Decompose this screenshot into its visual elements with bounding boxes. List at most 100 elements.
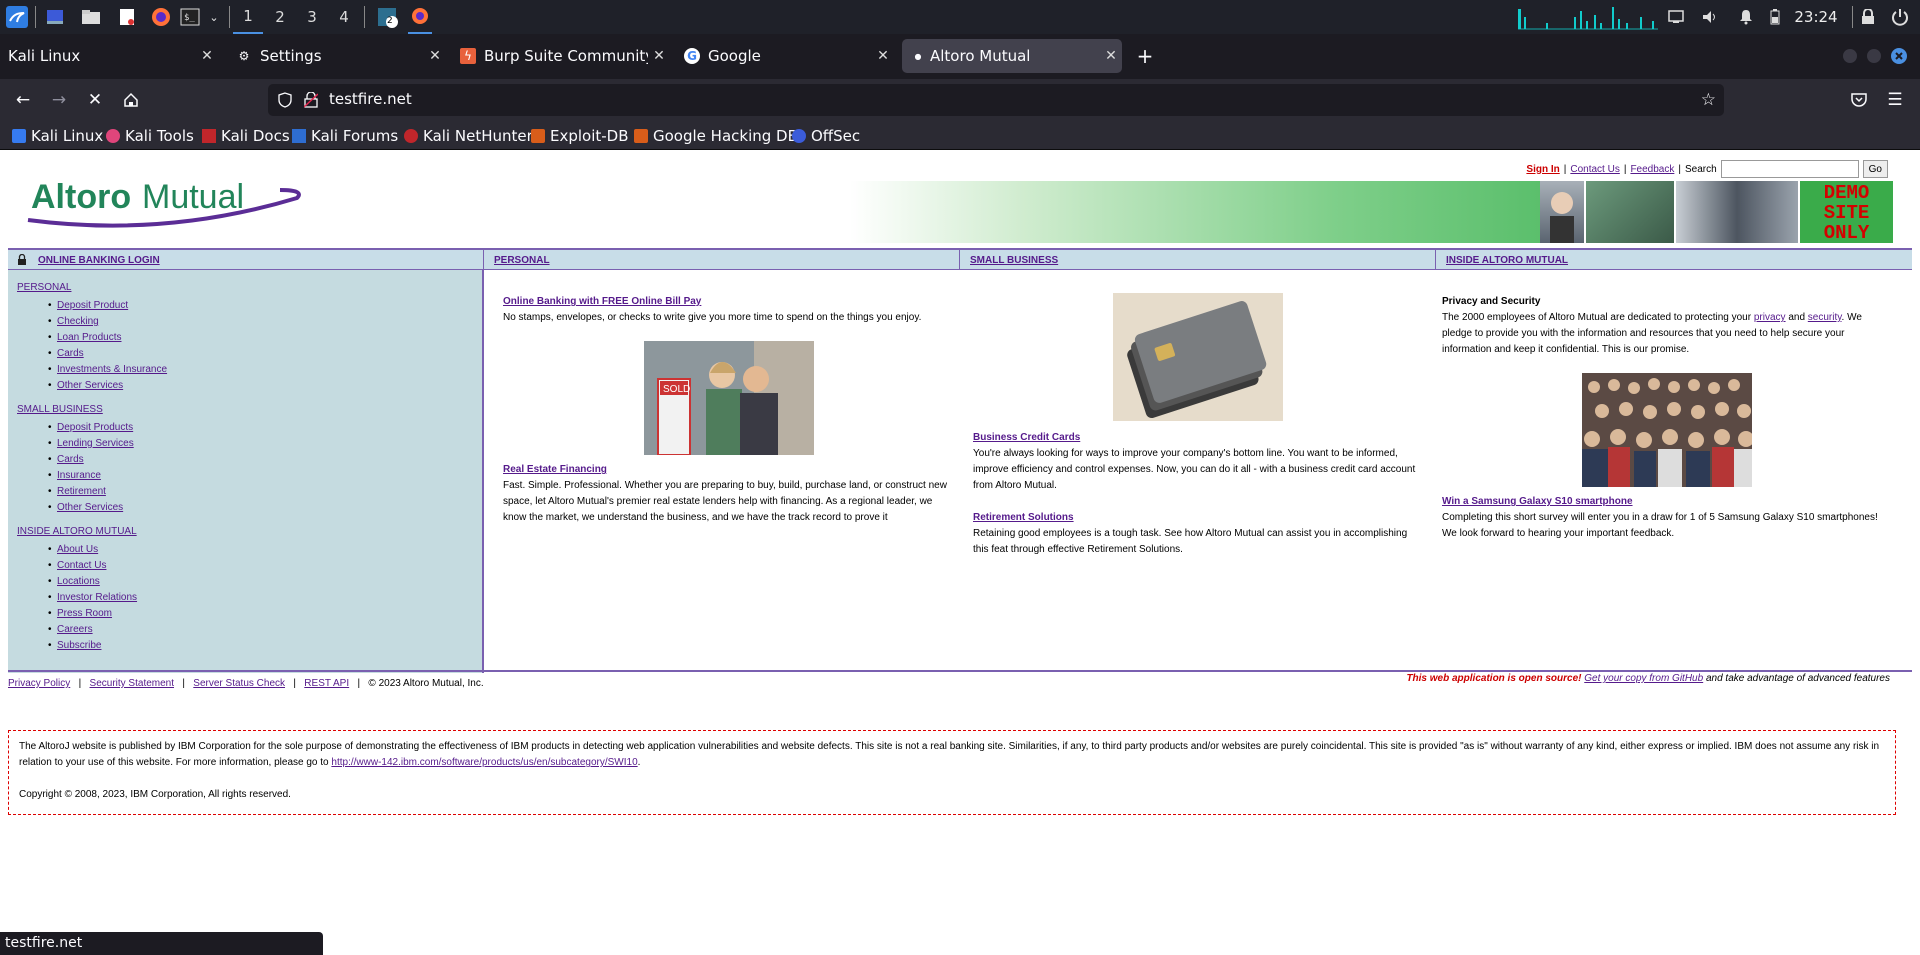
close-icon[interactable]: ✕ bbox=[1100, 48, 1122, 64]
sidebar-item-careers[interactable]: Careers bbox=[57, 624, 93, 635]
real-estate-financing-link[interactable]: Real Estate Financing bbox=[503, 464, 607, 475]
pocket-icon[interactable] bbox=[1845, 86, 1873, 114]
close-window-button[interactable] bbox=[1891, 39, 1907, 73]
terminal-icon[interactable]: $_ bbox=[179, 0, 201, 34]
hamburger-menu-icon[interactable]: ☰ bbox=[1881, 86, 1909, 114]
close-icon[interactable]: ✕ bbox=[424, 48, 446, 64]
tab-kali-linux[interactable]: Kali Linux ✕ bbox=[0, 39, 218, 73]
sidebar-item-subscribe[interactable]: Subscribe bbox=[57, 640, 101, 651]
sign-in-link[interactable]: Sign In bbox=[1526, 164, 1559, 175]
business-credit-cards-link[interactable]: Business Credit Cards bbox=[973, 432, 1080, 443]
notification-bell-icon[interactable] bbox=[1736, 0, 1756, 34]
bookmark-offsec[interactable]: OffSec bbox=[792, 125, 860, 146]
couple-home-image[interactable]: SOLD bbox=[644, 341, 814, 455]
search-go-button[interactable]: Go bbox=[1862, 160, 1888, 178]
display-icon[interactable] bbox=[1666, 0, 1686, 34]
power-icon[interactable] bbox=[1888, 0, 1912, 34]
sidebar-item-deposit-product[interactable]: Deposit Product bbox=[57, 300, 128, 311]
text-editor-icon[interactable] bbox=[116, 0, 138, 34]
rest-api-link[interactable]: REST API bbox=[304, 678, 349, 689]
bookmark-kali-forums[interactable]: Kali Forums bbox=[292, 125, 398, 146]
new-tab-button[interactable]: + bbox=[1132, 39, 1158, 73]
back-arrow-icon[interactable]: ← bbox=[9, 86, 37, 114]
workspace-4[interactable]: 4 bbox=[329, 0, 359, 34]
sidebar-item-press-room[interactable]: Press Room bbox=[57, 608, 112, 619]
personal-link[interactable]: PERSONAL bbox=[494, 255, 550, 266]
window-button-burp[interactable]: 2 bbox=[374, 0, 400, 34]
stop-loading-icon[interactable]: ✕ bbox=[81, 86, 109, 114]
url-text[interactable]: testfire.net bbox=[329, 90, 412, 108]
privacy-link[interactable]: privacy bbox=[1754, 312, 1786, 323]
workspace-2[interactable]: 2 bbox=[265, 0, 295, 34]
search-input[interactable] bbox=[1720, 160, 1859, 178]
sidebar-item-retirement[interactable]: Retirement bbox=[57, 486, 106, 497]
sidebar-item-contact-us[interactable]: Contact Us bbox=[57, 560, 106, 571]
tab-burp-suite[interactable]: ϟ Burp Suite Community Ed ✕ bbox=[452, 39, 670, 73]
sidebar-inside-altoro-title[interactable]: INSIDE ALTORO MUTUAL bbox=[17, 526, 137, 537]
bookmark-exploit-db[interactable]: Exploit-DB bbox=[531, 125, 629, 146]
inside-altoro-link[interactable]: INSIDE ALTORO MUTUAL bbox=[1446, 255, 1568, 266]
sidebar-small-business-title[interactable]: SMALL BUSINESS bbox=[17, 404, 103, 415]
tab-altoro-mutual[interactable]: ● Altoro Mutual ✕ bbox=[902, 39, 1122, 73]
samsung-galaxy-link[interactable]: Win a Samsung Galaxy S10 smartphone bbox=[1442, 496, 1633, 507]
sidebar-item-checking[interactable]: Checking bbox=[57, 316, 99, 327]
sidebar-item-cards[interactable]: Cards bbox=[57, 348, 84, 359]
address-bar[interactable]: testfire.net ☆ bbox=[268, 84, 1724, 116]
security-statement-link[interactable]: Security Statement bbox=[90, 678, 174, 689]
online-banking-login-link[interactable]: ONLINE BANKING LOGIN bbox=[38, 255, 160, 266]
workspace-3[interactable]: 3 bbox=[297, 0, 327, 34]
sidebar-item-insurance[interactable]: Insurance bbox=[57, 470, 101, 481]
firefox-icon[interactable] bbox=[150, 0, 172, 34]
contact-us-link[interactable]: Contact Us bbox=[1570, 164, 1619, 175]
window-button-firefox[interactable] bbox=[408, 0, 432, 34]
feedback-link[interactable]: Feedback bbox=[1630, 164, 1674, 175]
close-icon[interactable]: ✕ bbox=[648, 48, 670, 64]
lock-screen-icon[interactable] bbox=[1858, 0, 1878, 34]
home-icon[interactable] bbox=[117, 86, 145, 114]
online-banking-link[interactable]: Online Banking with FREE Online Bill Pay bbox=[503, 296, 701, 307]
sidebar-item-other-services[interactable]: Other Services bbox=[57, 380, 123, 391]
clock[interactable]: 23:24 bbox=[1790, 0, 1842, 34]
shield-icon[interactable] bbox=[278, 92, 292, 112]
server-status-link[interactable]: Server Status Check bbox=[193, 678, 285, 689]
chevron-down-icon[interactable]: ⌄ bbox=[205, 0, 223, 34]
forward-arrow-icon[interactable]: → bbox=[45, 86, 73, 114]
bookmark-kali-linux[interactable]: Kali Linux bbox=[12, 125, 103, 146]
tab-google[interactable]: G Google ✕ bbox=[676, 39, 894, 73]
retirement-solutions-link[interactable]: Retirement Solutions bbox=[973, 512, 1074, 523]
file-manager-icon[interactable] bbox=[80, 0, 102, 34]
workspace-1[interactable]: 1 bbox=[233, 0, 263, 34]
insecure-lock-icon[interactable] bbox=[303, 91, 319, 112]
small-business-link[interactable]: SMALL BUSINESS bbox=[970, 255, 1058, 266]
sidebar-item-other-services[interactable]: Other Services bbox=[57, 502, 123, 513]
sidebar-item-lending-services[interactable]: Lending Services bbox=[57, 438, 134, 449]
sidebar-item-cards[interactable]: Cards bbox=[57, 454, 84, 465]
credit-cards-image[interactable] bbox=[1113, 293, 1283, 421]
privacy-policy-link[interactable]: Privacy Policy bbox=[8, 678, 70, 689]
altoro-mutual-logo[interactable]: Altoro Mutual bbox=[25, 168, 305, 230]
minimize-button[interactable] bbox=[1843, 39, 1859, 73]
volume-icon[interactable] bbox=[1700, 0, 1720, 34]
tab-settings[interactable]: ⚙ Settings ✕ bbox=[228, 39, 446, 73]
sidebar-item-about-us[interactable]: About Us bbox=[57, 544, 98, 555]
show-desktop-icon[interactable] bbox=[44, 0, 66, 34]
kali-menu-icon[interactable] bbox=[4, 0, 30, 34]
close-icon[interactable]: ✕ bbox=[872, 48, 894, 64]
sidebar-item-locations[interactable]: Locations bbox=[57, 576, 100, 587]
ibm-info-link[interactable]: http://www-142.ibm.com/software/products… bbox=[331, 757, 637, 768]
bookmark-kali-nethunter[interactable]: Kali NetHunter bbox=[404, 125, 533, 146]
close-icon[interactable]: ✕ bbox=[196, 48, 218, 64]
bookmark-google-hacking-db[interactable]: Google Hacking DB bbox=[634, 125, 798, 146]
bookmark-star-icon[interactable]: ☆ bbox=[1701, 90, 1716, 110]
employees-group-image[interactable] bbox=[1582, 373, 1752, 487]
sidebar-item-investments[interactable]: Investments & Insurance bbox=[57, 364, 167, 375]
security-link[interactable]: security bbox=[1808, 312, 1842, 323]
github-link[interactable]: Get your copy from GitHub bbox=[1584, 673, 1703, 684]
sidebar-personal-title[interactable]: PERSONAL bbox=[17, 282, 71, 293]
sidebar-item-investor-relations[interactable]: Investor Relations bbox=[57, 592, 137, 603]
sidebar-item-loan-products[interactable]: Loan Products bbox=[57, 332, 122, 343]
bookmark-kali-tools[interactable]: Kali Tools bbox=[106, 125, 194, 146]
sidebar-item-deposit-products[interactable]: Deposit Products bbox=[57, 422, 133, 433]
maximize-button[interactable] bbox=[1867, 39, 1883, 73]
bookmark-kali-docs[interactable]: Kali Docs bbox=[202, 125, 290, 146]
